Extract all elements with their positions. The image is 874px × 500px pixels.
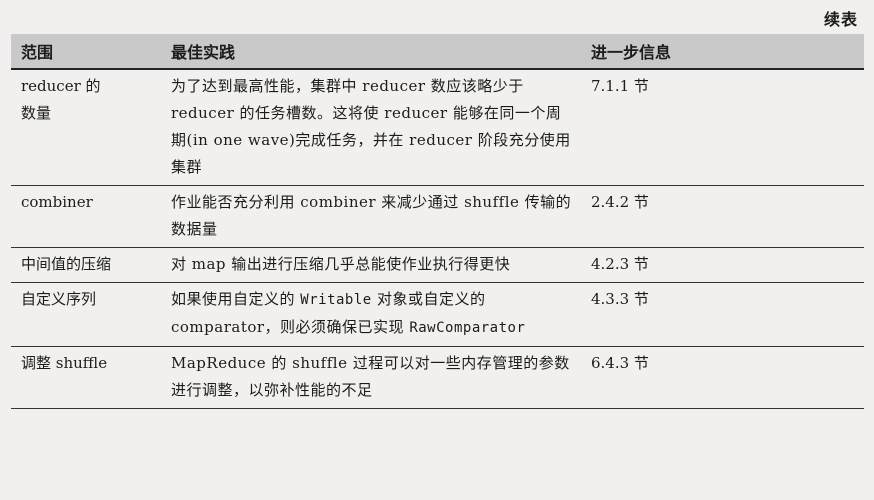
best-practice-cell: 作业能否充分利用 combiner 来减少通过 shuffle 传输的数据量: [161, 186, 581, 248]
further-info-cell: 6.4.3 节: [591, 354, 649, 372]
scope-text: 调整 shuffle: [21, 354, 108, 372]
practice-text: 对 map 输出进行压缩几乎总能使作业执行得更快: [171, 255, 511, 273]
table-row: combiner 作业能否充分利用 combiner 来减少通过 shuffle …: [11, 186, 864, 248]
scope-cell: combiner: [11, 186, 161, 248]
best-practices-table-container: 范围 最佳实践 进一步信息 reducer 的数量 为了达到最高性能，集群中 re…: [11, 34, 864, 409]
best-practices-table: 范围 最佳实践 进一步信息 reducer 的数量 为了达到最高性能，集群中 re…: [11, 34, 864, 409]
header-best-practice: 最佳实践: [171, 43, 236, 62]
table-row: 中间值的压缩 对 map 输出进行压缩几乎总能使作业执行得更快 4.2.3 节: [11, 248, 864, 283]
further-info-cell: 4.2.3 节: [591, 255, 649, 273]
best-practice-cell: 对 map 输出进行压缩几乎总能使作业执行得更快: [161, 248, 581, 283]
best-practice-cell: 如果使用自定义的 Writable 对象或自定义的 comparator，则必须…: [161, 283, 581, 347]
continued-table-label: 续表: [823, 10, 858, 29]
practice-text: 为了达到最高性能，集群中 reducer 数应该略少于 reducer 的任务槽…: [171, 77, 571, 176]
code-text: Writable: [300, 292, 372, 308]
best-practice-cell: 为了达到最高性能，集群中 reducer 数应该略少于 reducer 的任务槽…: [161, 69, 581, 186]
table-row: 调整 shuffle MapReduce 的 shuffle 过程可以对一些内存管…: [11, 347, 864, 409]
further-info-cell: 4.3.3 节: [591, 290, 649, 308]
scope-cell: 自定义序列: [11, 283, 161, 347]
further-info-cell: 7.1.1 节: [591, 77, 649, 95]
scope-cell: 中间值的压缩: [11, 248, 161, 283]
scope-text: 数量: [21, 104, 52, 122]
scope-text: reducer 的: [21, 77, 101, 95]
header-further-info: 进一步信息: [591, 43, 672, 62]
scope-text: 中间值的压缩: [21, 255, 112, 273]
practice-text: 作业能否充分利用 combiner 来减少通过 shuffle 传输的数据量: [171, 193, 572, 238]
scope-text: combiner: [21, 193, 93, 211]
table-body: reducer 的数量 为了达到最高性能，集群中 reducer 数应该略少于 r…: [11, 69, 864, 409]
scope-cell: 调整 shuffle: [11, 347, 161, 409]
best-practice-cell: MapReduce 的 shuffle 过程可以对一些内存管理的参数进行调整，以…: [161, 347, 581, 409]
table-row: 自定义序列 如果使用自定义的 Writable 对象或自定义的 comparato…: [11, 283, 864, 347]
practice-text: 如果使用自定义的: [171, 290, 301, 308]
further-info-cell: 2.4.2 节: [591, 193, 649, 211]
scope-cell: reducer 的数量: [11, 69, 161, 186]
table-header-row: 范围 最佳实践 进一步信息: [11, 34, 864, 69]
scope-text: 自定义序列: [21, 290, 97, 308]
practice-text: MapReduce 的 shuffle 过程可以对一些内存管理的参数进行调整，以…: [171, 354, 570, 399]
code-text: RawComparator: [409, 320, 526, 336]
table-row: reducer 的数量 为了达到最高性能，集群中 reducer 数应该略少于 r…: [11, 69, 864, 186]
header-scope: 范围: [21, 43, 54, 62]
